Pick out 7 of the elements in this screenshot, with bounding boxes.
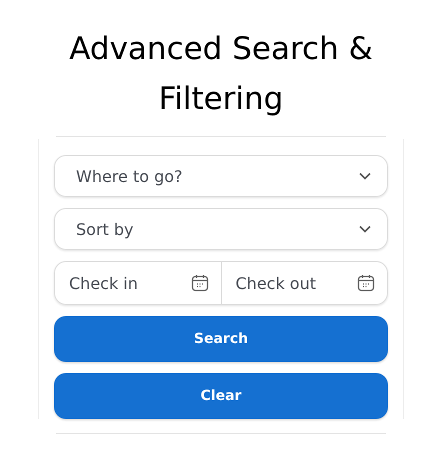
search-button[interactable]: Search [54, 316, 388, 362]
dropdown-field[interactable]: Sort by [54, 208, 388, 250]
dropdown-field[interactable]: Where to go? [54, 155, 388, 197]
chevron-down-icon [359, 225, 371, 233]
chevron-down-icon [359, 172, 371, 180]
page-title: Advanced Search & Filtering [68, 30, 374, 119]
clear-button[interactable]: Clear [54, 373, 388, 419]
